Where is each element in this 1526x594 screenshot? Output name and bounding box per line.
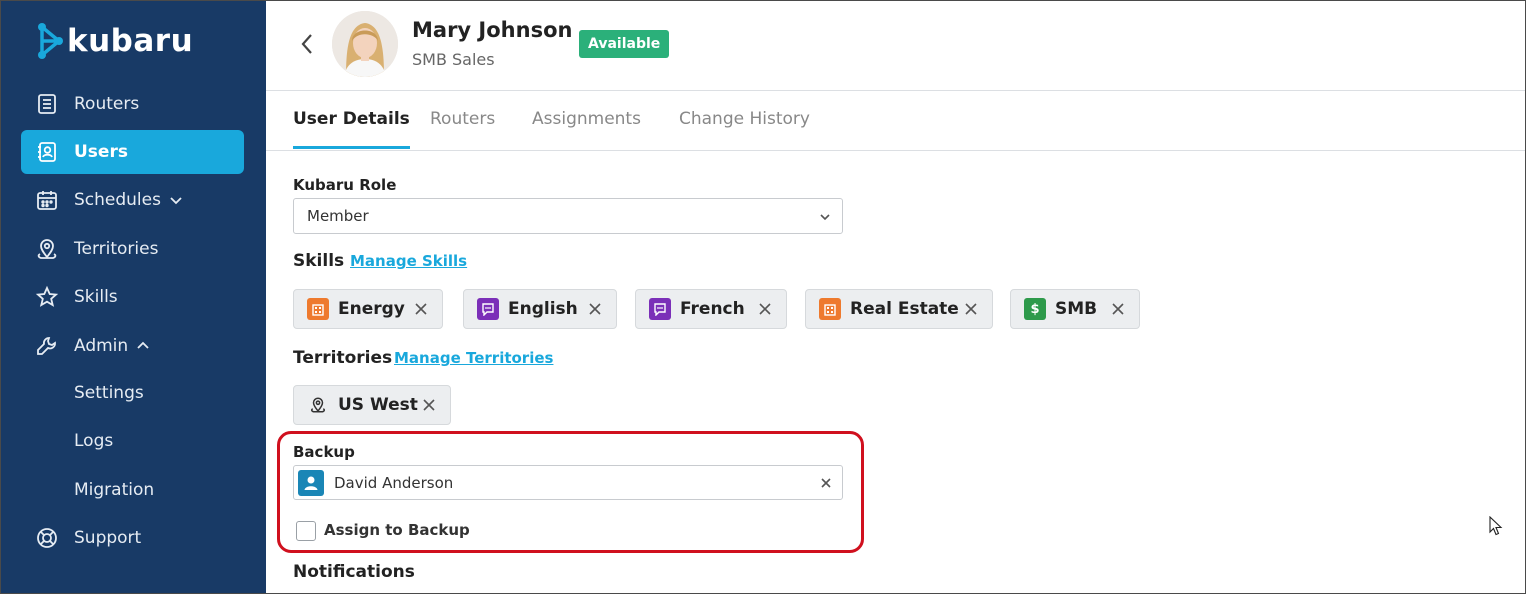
- backup-select[interactable]: David Anderson: [293, 465, 843, 500]
- back-chevron-icon[interactable]: [296, 31, 318, 57]
- chevron-up-icon: [137, 341, 149, 349]
- mouse-cursor-icon: [1489, 516, 1503, 536]
- sidebar-item-label: Admin: [74, 336, 129, 356]
- skill-chip-french: French: [635, 289, 787, 329]
- sidebar-subitem-logs[interactable]: Logs: [74, 431, 113, 451]
- assign-to-backup-label: Assign to Backup: [324, 521, 470, 539]
- skill-chip-smb: $ SMB: [1010, 289, 1140, 329]
- chevron-down-icon: [170, 197, 182, 205]
- chat-icon: [649, 298, 671, 320]
- avatar: [332, 11, 398, 77]
- kubaru-logo-icon: [38, 23, 63, 59]
- chat-icon: [477, 298, 499, 320]
- skill-chip-label: SMB: [1055, 299, 1098, 319]
- list-icon: [35, 92, 59, 116]
- notifications-title: Notifications: [293, 562, 415, 582]
- remove-icon[interactable]: [588, 302, 602, 316]
- sidebar-item-users[interactable]: Users: [21, 130, 244, 174]
- remove-icon[interactable]: [414, 302, 428, 316]
- sidebar-item-admin[interactable]: Admin: [21, 324, 244, 368]
- location-pin-icon: [307, 394, 329, 416]
- skill-chip-english: English: [463, 289, 617, 329]
- role-select[interactable]: Member: [293, 198, 843, 234]
- wrench-icon: [35, 334, 59, 358]
- sidebar-subitem-settings[interactable]: Settings: [74, 383, 144, 403]
- territories-title: Territories: [293, 348, 393, 368]
- territory-chip-label: US West: [338, 395, 418, 415]
- tab-bar: User Details Routers Assignments Change …: [266, 91, 1525, 151]
- manage-skills-link[interactable]: Manage Skills: [350, 252, 467, 270]
- skill-chip-label: Real Estate: [850, 299, 959, 319]
- sidebar-item-skills[interactable]: Skills: [21, 275, 244, 319]
- skill-chip-real-estate: Real Estate: [805, 289, 993, 329]
- lifebuoy-icon: [35, 526, 59, 550]
- contacts-icon: [35, 140, 59, 164]
- dollar-icon: $: [1024, 298, 1046, 320]
- sidebar-item-label: Schedules: [74, 190, 161, 210]
- sidebar-item-label: Territories: [74, 239, 159, 259]
- skill-chip-label: English: [508, 299, 578, 319]
- manage-territories-link[interactable]: Manage Territories: [394, 349, 553, 367]
- sidebar-item-schedules[interactable]: Schedules: [21, 178, 244, 222]
- brand-name: kubaru: [67, 23, 194, 59]
- sidebar-item-support[interactable]: Support: [21, 516, 244, 560]
- skills-title: Skills: [293, 251, 345, 271]
- calendar-icon: [35, 188, 59, 212]
- tab-assignments[interactable]: Assignments: [532, 109, 641, 149]
- user-role: SMB Sales: [412, 50, 495, 69]
- sidebar-item-label: Users: [74, 142, 128, 162]
- backup-label: Backup: [293, 443, 355, 461]
- sidebar-subitem-migration[interactable]: Migration: [74, 480, 154, 500]
- user-name: Mary Johnson: [412, 18, 573, 42]
- user-photo: [332, 11, 398, 77]
- remove-icon[interactable]: [964, 302, 978, 316]
- role-label: Kubaru Role: [293, 176, 397, 194]
- star-icon: [35, 285, 59, 309]
- remove-icon[interactable]: [758, 302, 772, 316]
- clear-icon[interactable]: [820, 477, 832, 489]
- assign-to-backup-checkbox[interactable]: [296, 521, 316, 541]
- logo: kubaru: [35, 21, 193, 61]
- sidebar-item-routers[interactable]: Routers: [21, 82, 244, 126]
- sidebar-item-label: Routers: [74, 94, 140, 114]
- user-header: Mary Johnson SMB Sales Available: [266, 1, 1525, 91]
- user-icon: [298, 469, 324, 496]
- role-select-value: Member: [307, 207, 369, 225]
- building-icon: [307, 298, 329, 320]
- sidebar-item-territories[interactable]: Territories: [21, 227, 244, 271]
- tab-routers[interactable]: Routers: [430, 109, 495, 149]
- location-pin-icon: [35, 237, 59, 261]
- sidebar-item-label: Skills: [74, 287, 118, 307]
- backup-value: David Anderson: [334, 473, 454, 492]
- app-window: kubaru Routers Users Schedules Territori…: [0, 0, 1526, 594]
- remove-icon[interactable]: [1111, 302, 1125, 316]
- skill-chip-label: French: [680, 299, 745, 319]
- skill-chip-label: Energy: [338, 299, 405, 319]
- skill-chip-energy: Energy: [293, 289, 443, 329]
- sidebar-item-label: Support: [74, 528, 142, 548]
- tab-user-details[interactable]: User Details: [293, 109, 410, 149]
- chevron-down-icon: [820, 214, 830, 221]
- territory-chip-us-west: US West: [293, 385, 451, 425]
- building-icon: [819, 298, 841, 320]
- sidebar: kubaru Routers Users Schedules Territori…: [1, 1, 266, 593]
- remove-icon[interactable]: [422, 398, 436, 412]
- tab-change-history[interactable]: Change History: [679, 109, 810, 149]
- status-badge: Available: [579, 30, 670, 58]
